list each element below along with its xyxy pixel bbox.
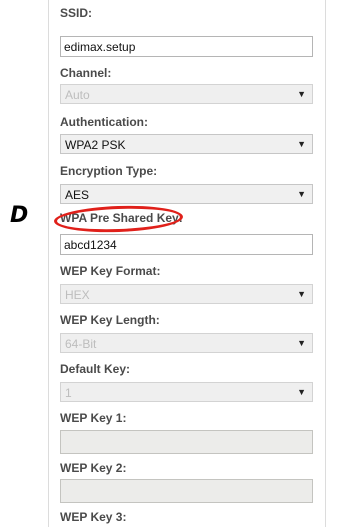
default-key-value: 1 bbox=[65, 386, 72, 400]
wep-key-2-input[interactable] bbox=[60, 479, 313, 503]
authentication-value: WPA2 PSK bbox=[65, 138, 126, 152]
wep-key-format-label: WEP Key Format: bbox=[60, 264, 161, 278]
wep-key-length-value: 64-Bit bbox=[65, 337, 97, 351]
wep-key-1-label: WEP Key 1: bbox=[60, 411, 127, 425]
encryption-type-select[interactable]: AES ▼ bbox=[60, 184, 313, 204]
chevron-down-icon: ▼ bbox=[297, 139, 306, 149]
ssid-label: SSID: bbox=[60, 6, 93, 20]
wep-key-2-label: WEP Key 2: bbox=[60, 461, 127, 475]
wep-key-1-input[interactable] bbox=[60, 430, 313, 454]
channel-value: Auto bbox=[65, 88, 90, 102]
wep-key-format-value: HEX bbox=[65, 288, 90, 302]
channel-label: Channel: bbox=[60, 66, 112, 80]
default-key-select[interactable]: 1 ▼ bbox=[60, 382, 313, 402]
chevron-down-icon: ▼ bbox=[297, 289, 306, 299]
wep-key-length-label: WEP Key Length: bbox=[60, 313, 160, 327]
encryption-type-value: AES bbox=[65, 188, 90, 202]
annotation-letter: D bbox=[10, 203, 29, 228]
encryption-type-label: Encryption Type: bbox=[60, 164, 158, 178]
chevron-down-icon: ▼ bbox=[297, 338, 306, 348]
wep-key-length-select[interactable]: 64-Bit ▼ bbox=[60, 333, 313, 353]
authentication-select[interactable]: WPA2 PSK ▼ bbox=[60, 134, 313, 154]
wep-key-3-label: WEP Key 3: bbox=[60, 510, 127, 524]
authentication-label: Authentication: bbox=[60, 115, 148, 129]
default-key-label: Default Key: bbox=[60, 362, 131, 376]
chevron-down-icon: ▼ bbox=[297, 189, 306, 199]
wpa-psk-input[interactable]: abcd1234 bbox=[60, 234, 313, 255]
ssid-input[interactable]: edimax.setup bbox=[60, 36, 313, 57]
channel-select[interactable]: Auto ▼ bbox=[60, 84, 313, 104]
wep-key-format-select[interactable]: HEX ▼ bbox=[60, 284, 313, 304]
chevron-down-icon: ▼ bbox=[297, 387, 306, 397]
chevron-down-icon: ▼ bbox=[297, 89, 306, 99]
